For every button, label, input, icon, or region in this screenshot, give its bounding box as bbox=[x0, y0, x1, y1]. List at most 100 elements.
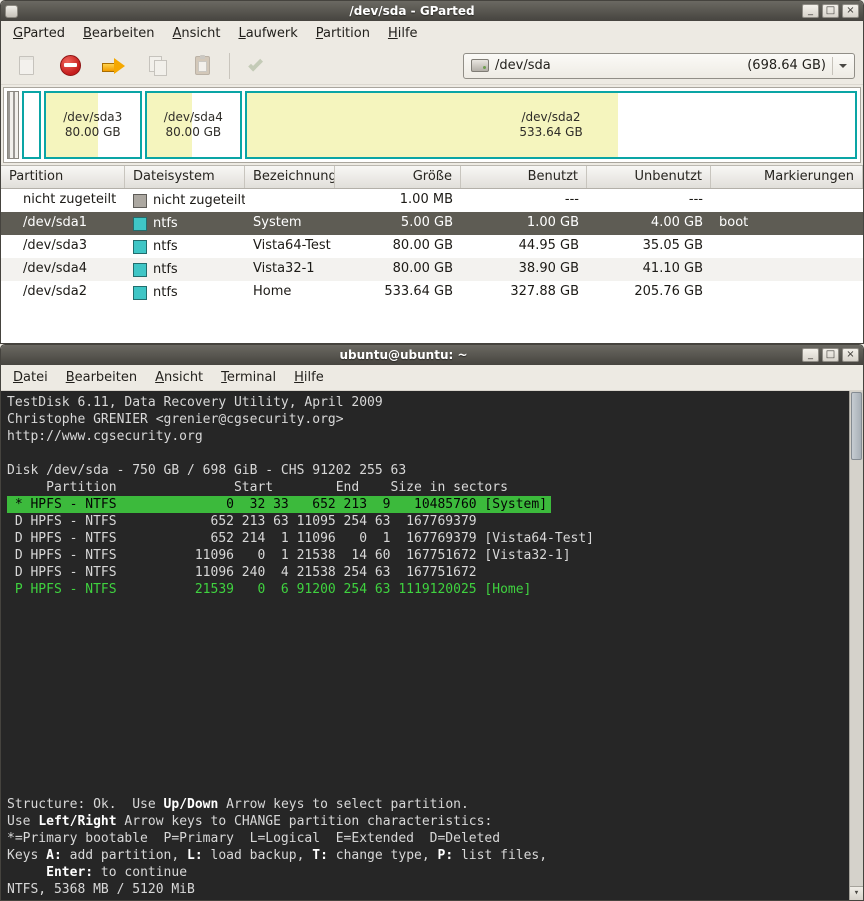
terminal-line: D HPFS - NTFS 11096 0 1 21538 14 60 1677… bbox=[7, 548, 571, 563]
menu-item-partition[interactable]: Partition bbox=[307, 21, 379, 47]
terminal-window-controls: _ □ × bbox=[802, 348, 859, 362]
device-capacity: (698.64 GB) bbox=[747, 58, 826, 73]
maximize-button[interactable]: □ bbox=[822, 348, 839, 362]
terminal-line: Disk /dev/sda - 750 GB / 698 GiB - CHS 9… bbox=[7, 463, 407, 478]
new-partition-icon bbox=[18, 56, 34, 75]
close-button[interactable]: × bbox=[842, 348, 859, 362]
partition-visual-row: /dev/sda3 80.00 GB/dev/sda4 80.00 GB/dev/s… bbox=[44, 91, 857, 159]
size-cell: 80.00 GB bbox=[392, 261, 453, 276]
label-cell: Vista64-Test bbox=[253, 238, 331, 253]
visual-partition-label: /dev/sda4 80.00 GB bbox=[163, 110, 223, 139]
menu-item-ansicht[interactable]: Ansicht bbox=[146, 365, 212, 390]
partition-table-header: Partition Dateisystem Bezeichnung Größe … bbox=[1, 165, 863, 189]
filesystem-color-swatch bbox=[133, 285, 147, 300]
column-header-partition[interactable]: Partition bbox=[1, 166, 125, 188]
device-selector[interactable]: /dev/sda (698.64 GB) bbox=[463, 52, 855, 79]
menu-item-gparted[interactable]: GParted bbox=[4, 21, 74, 47]
size-cell: 533.64 GB bbox=[384, 284, 453, 299]
flags-cell bbox=[711, 258, 863, 281]
delete-partition-button[interactable] bbox=[53, 51, 87, 81]
terminal-line: * HPFS - NTFS 0 32 33 652 213 9 10485760… bbox=[7, 496, 845, 513]
menu-item-bearbeiten[interactable]: Bearbeiten bbox=[74, 21, 163, 47]
visual-partition-sda3[interactable]: /dev/sda3 80.00 GB bbox=[44, 91, 142, 159]
column-header-markierungen[interactable]: Markierungen bbox=[711, 166, 863, 188]
selected-partition-line: * HPFS - NTFS 0 32 33 652 213 9 10485760… bbox=[7, 496, 552, 513]
filesystem-name: ntfs bbox=[153, 284, 178, 300]
filesystem-name: ntfs bbox=[153, 215, 178, 231]
terminal-menubar: Datei Bearbeiten Ansicht Terminal Hilfe bbox=[1, 365, 863, 391]
column-header-unbenutzt[interactable]: Unbenutzt bbox=[587, 166, 711, 188]
size-cell: 80.00 GB bbox=[392, 238, 453, 253]
filesystem-name: nicht zugeteilt bbox=[153, 192, 245, 208]
used-cell: 44.95 GB bbox=[518, 238, 579, 253]
visual-partition-sda4[interactable]: /dev/sda4 80.00 GB bbox=[144, 91, 243, 159]
size-cell: 5.00 GB bbox=[400, 215, 453, 230]
filesystem-cell: ntfs bbox=[125, 258, 245, 281]
column-header-bezeichnung[interactable]: Bezeichnung bbox=[245, 166, 335, 188]
visual-unallocated[interactable] bbox=[7, 91, 19, 159]
filesystem-cell: ntfs bbox=[125, 212, 245, 235]
apply-icon bbox=[248, 56, 264, 72]
column-header-groesse[interactable]: Größe bbox=[335, 166, 461, 188]
filesystem-cell: nicht zugeteilt bbox=[125, 189, 245, 212]
gparted-app-icon bbox=[5, 4, 18, 18]
gparted-menubar: GParted Bearbeiten Ansicht Laufwerk Partitio… bbox=[1, 21, 863, 47]
terminal-scrollbar[interactable]: ▾ bbox=[849, 391, 863, 900]
terminal-line: http://www.cgsecurity.org bbox=[7, 429, 203, 444]
flags-cell: boot bbox=[719, 215, 749, 230]
menu-item-bearbeiten[interactable]: Bearbeiten bbox=[57, 365, 146, 390]
visual-partition-sda1[interactable] bbox=[22, 91, 41, 159]
terminal-line: *=Primary bootable P=Primary L=Logical E… bbox=[7, 831, 501, 846]
close-button[interactable]: × bbox=[842, 4, 859, 18]
scrollbar-thumb[interactable] bbox=[851, 392, 862, 460]
terminal-content[interactable]: TestDisk 6.11, Data Recovery Utility, Ap… bbox=[1, 391, 863, 900]
minimize-button[interactable]: _ bbox=[802, 4, 819, 18]
device-path: /dev/sda bbox=[495, 58, 551, 73]
chevron-down-icon bbox=[839, 63, 847, 72]
scroll-down-button[interactable]: ▾ bbox=[850, 886, 863, 900]
gparted-titlebar[interactable]: /dev/sda - GParted _ □ × bbox=[1, 1, 863, 21]
new-partition-button[interactable] bbox=[9, 51, 43, 81]
partition-name-cell: /dev/sda4 bbox=[23, 261, 87, 276]
menu-item-datei[interactable]: Datei bbox=[4, 365, 57, 390]
maximize-button[interactable]: □ bbox=[822, 4, 839, 18]
unused-cell: 35.05 GB bbox=[642, 238, 703, 253]
terminal-line: TestDisk 6.11, Data Recovery Utility, Ap… bbox=[7, 395, 383, 410]
table-row[interactable]: /dev/sda1 ntfs System 5.00 GB 1.00 GB 4.00 GB… bbox=[1, 212, 863, 235]
table-row[interactable]: /dev/sda3 ntfs Vista64-Test 80.00 GB 44.95 G… bbox=[1, 235, 863, 258]
gparted-window: /dev/sda - GParted _ □ × GParted Bearbeit… bbox=[0, 0, 864, 344]
copy-icon bbox=[149, 55, 167, 76]
label-cell: System bbox=[253, 215, 302, 230]
menu-item-laufwerk[interactable]: Laufwerk bbox=[229, 21, 306, 47]
filesystem-color-swatch bbox=[133, 262, 147, 277]
resize-move-button[interactable] bbox=[97, 51, 131, 81]
menu-item-hilfe[interactable]: Hilfe bbox=[379, 21, 427, 47]
table-row[interactable]: /dev/sda2 ntfs Home 533.64 GB 327.88 GB 205.7… bbox=[1, 281, 863, 304]
column-header-benutzt[interactable]: Benutzt bbox=[461, 166, 587, 188]
partition-name-cell: /dev/sda2 bbox=[23, 284, 87, 299]
terminal-line: NTFS, 5368 MB / 5120 MiB bbox=[7, 882, 195, 897]
gparted-toolbar: /dev/sda (698.64 GB) bbox=[1, 47, 863, 85]
filesystem-color-swatch bbox=[133, 193, 147, 208]
unused-cell: --- bbox=[688, 192, 703, 207]
terminal-output-top: TestDisk 6.11, Data Recovery Utility, Ap… bbox=[7, 394, 845, 598]
gparted-window-controls: _ □ × bbox=[802, 4, 859, 18]
table-row[interactable]: nicht zugeteilt nicht zugeteilt 1.00 MB ---… bbox=[1, 189, 863, 212]
menu-item-ansicht[interactable]: Ansicht bbox=[163, 21, 229, 47]
terminal-line: Use Left/Right Arrow keys to CHANGE part… bbox=[7, 814, 493, 829]
paste-button[interactable] bbox=[185, 51, 219, 81]
column-header-dateisystem[interactable]: Dateisystem bbox=[125, 166, 245, 188]
visual-partition-sda2[interactable]: /dev/sda2 533.64 GB bbox=[245, 91, 857, 159]
minimize-button[interactable]: _ bbox=[802, 348, 819, 362]
terminal-blank-area bbox=[7, 598, 845, 796]
terminal-titlebar[interactable]: ubuntu@ubuntu: ~ _ □ × bbox=[1, 345, 863, 365]
delete-partition-icon bbox=[59, 55, 81, 76]
toolbar-separator bbox=[229, 52, 230, 79]
table-row[interactable]: /dev/sda4 ntfs Vista32-1 80.00 GB 38.90 GB 41… bbox=[1, 258, 863, 281]
copy-button[interactable] bbox=[141, 51, 175, 81]
flags-cell bbox=[711, 189, 863, 212]
menu-item-terminal[interactable]: Terminal bbox=[212, 365, 285, 390]
combo-separator bbox=[832, 56, 833, 75]
menu-item-hilfe[interactable]: Hilfe bbox=[285, 365, 333, 390]
apply-button[interactable] bbox=[240, 51, 274, 81]
